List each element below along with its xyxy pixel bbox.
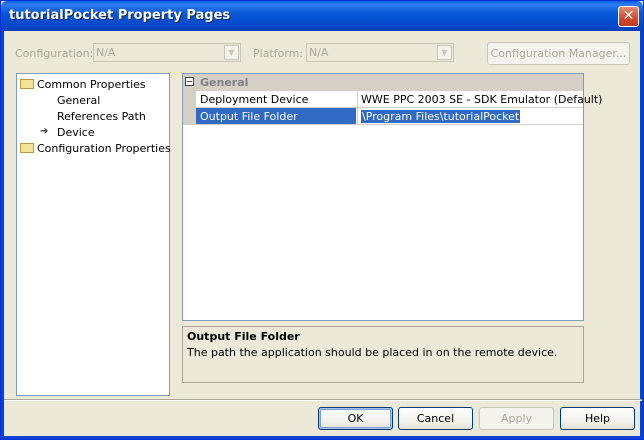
tree-item-configuration-properties[interactable]: Configuration Properties	[20, 142, 171, 155]
tree-item-label: Configuration Properties	[37, 142, 171, 155]
tree-item-general[interactable]: General	[57, 94, 100, 107]
close-icon: ✕	[622, 8, 635, 24]
chevron-down-icon[interactable]: ▼	[224, 45, 239, 60]
platform-select[interactable]: N/A ▼	[306, 43, 454, 62]
platform-value: N/A	[309, 46, 329, 59]
property-grid[interactable]: − General Deployment Device WWE PPC 2003…	[182, 73, 602, 321]
apply-button[interactable]: Apply	[479, 407, 554, 430]
close-button[interactable]: ✕	[618, 6, 639, 27]
tree-item-label: Common Properties	[37, 78, 146, 91]
configuration-select[interactable]: N/A ▼	[93, 43, 241, 62]
grid-row-output-file-folder[interactable]: Output File Folder \Program Files\tutori…	[196, 108, 583, 125]
category-label: General	[200, 76, 249, 89]
chevron-down-icon[interactable]: ▼	[437, 45, 452, 60]
tree-item-references-path[interactable]: References Path	[57, 110, 146, 123]
window-frame-right	[640, 31, 643, 439]
divider	[4, 399, 642, 401]
window-title: tutorialPocket Property Pages	[9, 8, 231, 23]
property-value-cell[interactable]: \Program Files\tutorialPocket	[357, 108, 584, 124]
description-title: Output File Folder	[187, 330, 300, 343]
configuration-label: Configuration:	[15, 47, 94, 60]
description-pane: Output File Folder The path the applicat…	[182, 326, 584, 383]
window-frame-left	[1, 31, 4, 439]
configuration-manager-button[interactable]: Configuration Manager...	[487, 42, 630, 65]
collapse-icon[interactable]: −	[185, 77, 194, 86]
tree-item-device[interactable]: Device	[57, 126, 95, 139]
arrow-right-icon: ➔	[40, 126, 49, 137]
help-button[interactable]: Help	[560, 407, 635, 430]
property-name: Output File Folder	[200, 110, 298, 123]
description-text: The path the application should be place…	[187, 346, 558, 359]
tree-item-common-properties[interactable]: Common Properties	[20, 78, 146, 91]
property-tree[interactable]: Common Properties General References Pat…	[16, 73, 171, 396]
folder-icon	[20, 143, 34, 153]
grid-gutter	[183, 91, 196, 125]
title-bar[interactable]: tutorialPocket Property Pages ✕	[1, 1, 643, 31]
platform-label: Platform:	[253, 47, 304, 60]
property-value-editor[interactable]: \Program Files\tutorialPocket	[361, 110, 521, 123]
configuration-value: N/A	[96, 46, 116, 59]
property-name: Deployment Device	[200, 93, 309, 106]
ok-button[interactable]: OK	[318, 407, 393, 430]
property-value-cell[interactable]: WWE PPC 2003 SE - SDK Emulator (Default)	[357, 91, 602, 107]
property-pages-dialog: tutorialPocket Property Pages ✕ Configur…	[0, 0, 644, 440]
property-value: WWE PPC 2003 SE - SDK Emulator (Default)	[361, 93, 603, 106]
grid-row-deployment-device[interactable]: Deployment Device WWE PPC 2003 SE - SDK …	[196, 91, 602, 108]
cancel-button[interactable]: Cancel	[398, 407, 473, 430]
folder-open-icon	[20, 79, 34, 89]
window-frame-bottom	[1, 436, 643, 439]
grid-category-general[interactable]: − General	[183, 74, 583, 91]
